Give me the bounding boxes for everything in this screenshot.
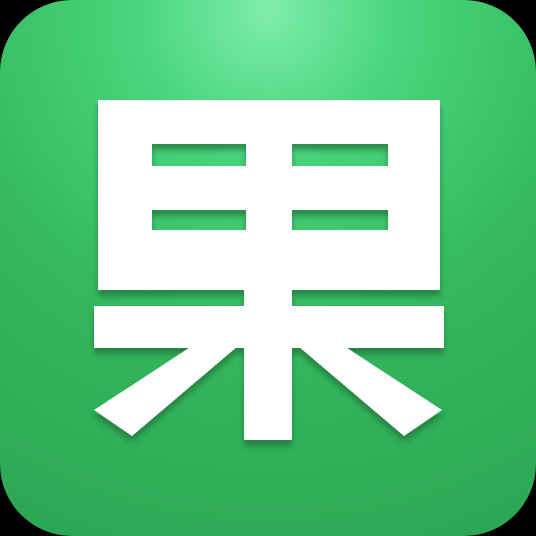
glyph-right-stroke [298,346,442,436]
guo-character-glyph [94,100,444,440]
app-icon[interactable] [0,0,536,536]
glyph-left-stroke [94,346,238,436]
glyph-field-box [98,100,440,290]
glyph-vertical-stem [244,280,292,440]
